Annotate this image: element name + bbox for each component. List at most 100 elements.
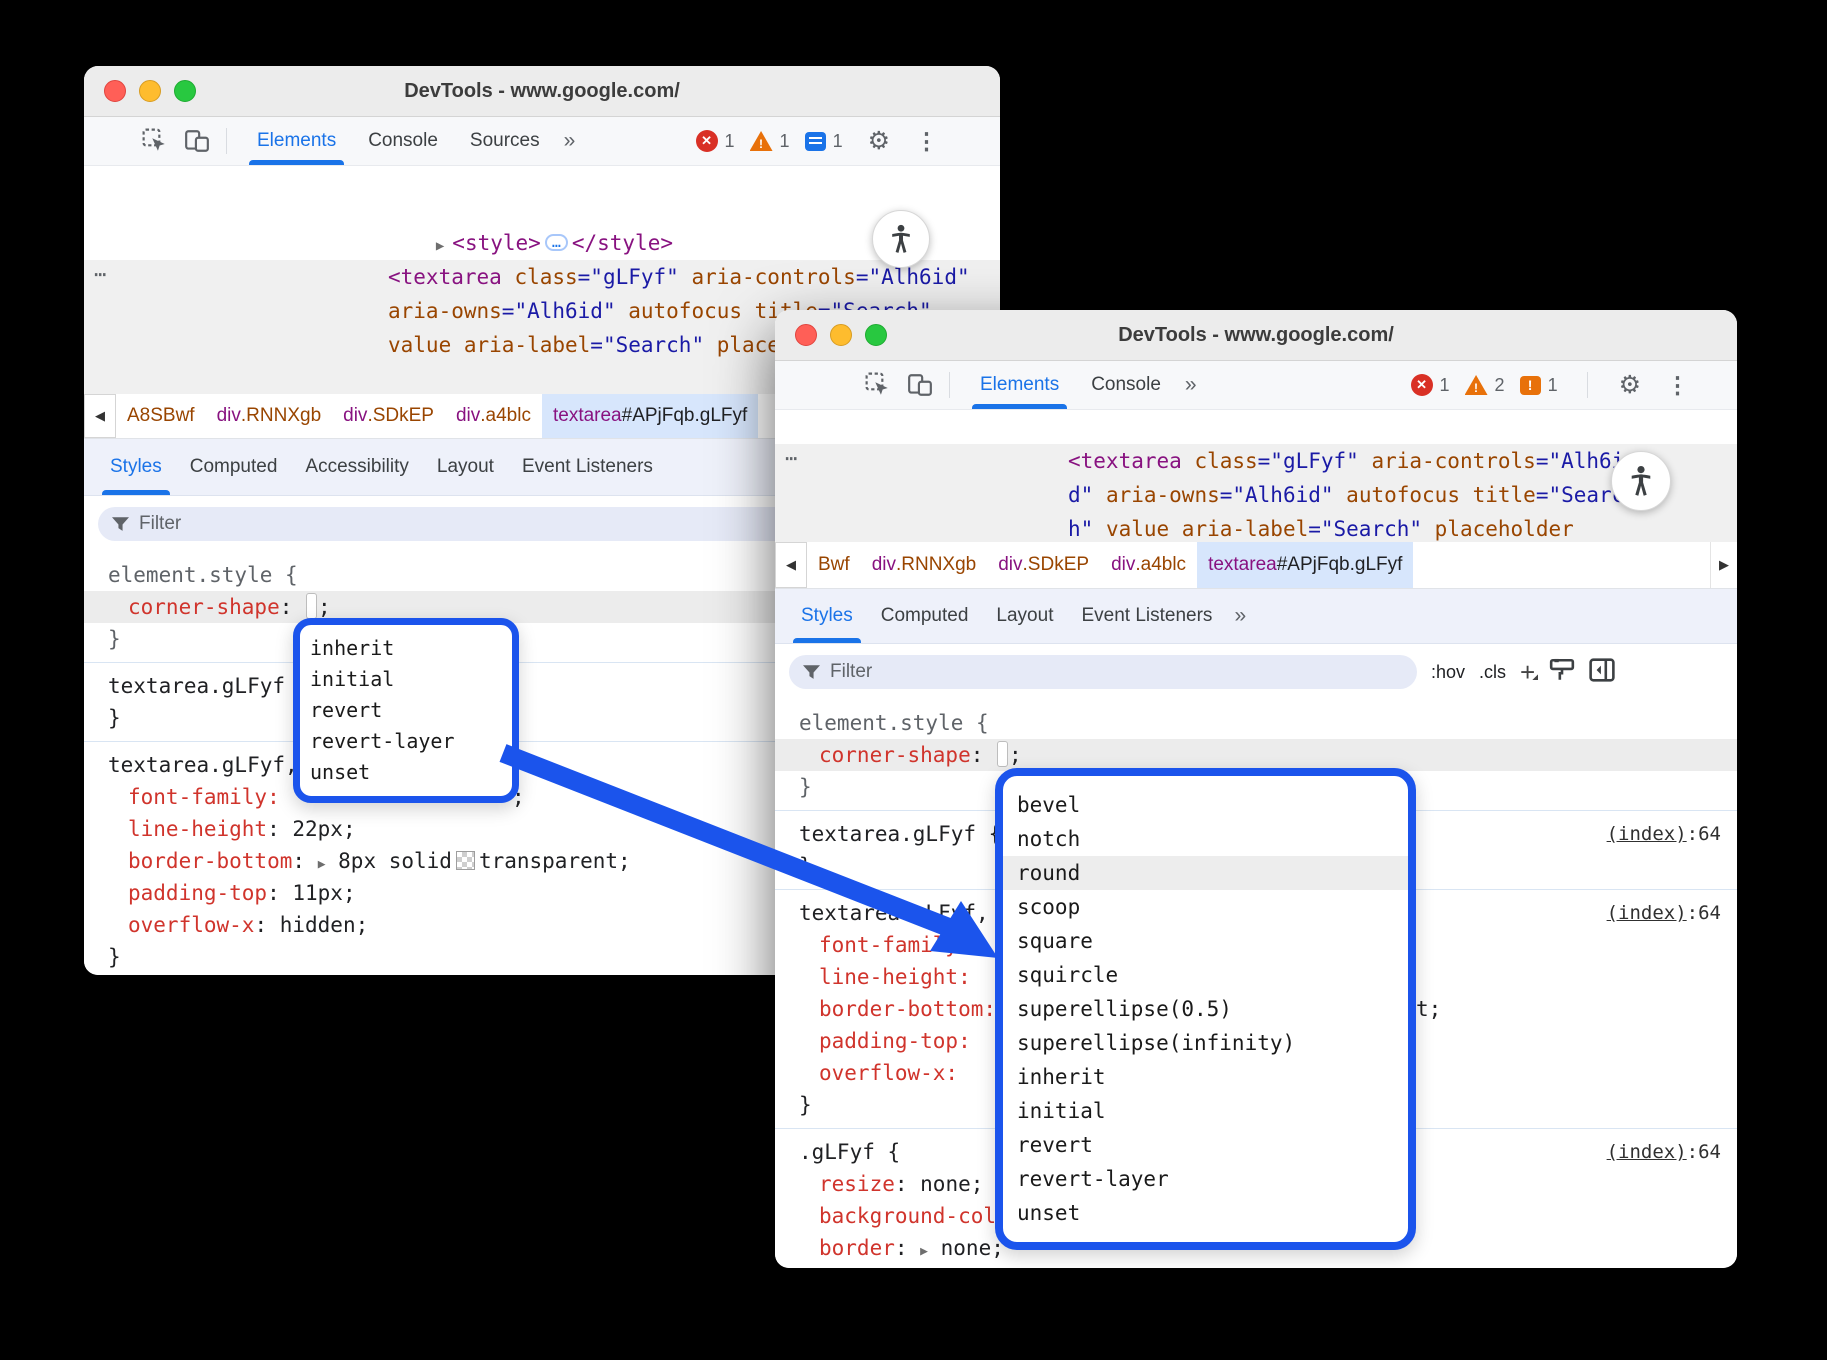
console-message-icon[interactable] — [805, 132, 826, 151]
suggestion-item[interactable]: initial — [300, 664, 512, 695]
transparent-color-swatch[interactable] — [456, 851, 475, 870]
tab-layout[interactable]: Layout — [423, 439, 508, 495]
breadcrumb-item[interactable]: div.RNNXgb — [206, 394, 333, 438]
breadcrumb-item-selected[interactable]: textarea#APjFqb.gLFyf — [542, 394, 758, 438]
tab-computed[interactable]: Computed — [867, 589, 983, 643]
settings-gear-icon[interactable]: ⚙ — [858, 126, 900, 156]
suggestion-item-highlighted[interactable]: round — [1003, 856, 1408, 890]
breadcrumb-item[interactable]: div.SDkEP — [332, 394, 445, 438]
suggestion-item[interactable]: initial — [1003, 1094, 1408, 1128]
breadcrumb-back-icon[interactable]: ◀ — [775, 542, 807, 588]
filter-input[interactable]: Filter — [789, 655, 1417, 689]
breadcrumb-item[interactable]: div.a4blc — [445, 394, 542, 438]
tab-accessibility[interactable]: Accessibility — [291, 439, 422, 495]
settings-gear-icon[interactable]: ⚙ — [1609, 370, 1651, 400]
tab-event-listeners[interactable]: Event Listeners — [508, 439, 667, 495]
breadcrumb-item[interactable]: A8SBwf — [116, 394, 206, 438]
kebab-menu-icon[interactable]: ⋮ — [1658, 372, 1697, 399]
device-toolbar-icon[interactable] — [905, 370, 935, 400]
tab-styles[interactable]: Styles — [787, 589, 867, 643]
tab-layout[interactable]: Layout — [982, 589, 1067, 643]
breadcrumb-item[interactable]: div.a4blc — [1100, 542, 1197, 588]
styles-filter-row: Filter :hov .cls + — [775, 644, 1737, 700]
suggestion-item[interactable]: superellipse(0.5) — [1003, 992, 1408, 1026]
breadcrumb-item-selected[interactable]: textarea#APjFqb.gLFyf — [1197, 542, 1413, 588]
source-link[interactable]: (index):64 — [1607, 897, 1721, 929]
breadcrumb-back-icon[interactable]: ◀ — [84, 394, 116, 438]
expand-arrow-icon[interactable]: ▶ — [318, 857, 326, 872]
suggestion-item[interactable]: inherit — [300, 633, 512, 664]
suggestion-item[interactable]: unset — [300, 757, 512, 788]
tab-console[interactable]: Console — [1075, 361, 1177, 409]
suggestion-item[interactable]: bevel — [1003, 788, 1408, 822]
expand-arrow-icon[interactable]: ▶ — [920, 1244, 928, 1259]
inspect-icon[interactable] — [863, 370, 893, 400]
warning-icon[interactable]: ! — [750, 131, 773, 151]
suggestion-item[interactable]: scoop — [1003, 890, 1408, 924]
error-icon[interactable]: ✕ — [1411, 374, 1433, 396]
suggestion-item[interactable]: revert — [300, 695, 512, 726]
toolbar-divider — [226, 128, 227, 154]
breadcrumb-item[interactable]: Bwf — [807, 542, 861, 588]
more-tabs-icon[interactable]: » — [556, 129, 582, 153]
suggestion-item[interactable]: revert-layer — [300, 726, 512, 757]
more-tabs-icon[interactable]: » — [1226, 604, 1252, 628]
tab-elements[interactable]: Elements — [964, 361, 1075, 409]
tab-computed[interactable]: Computed — [176, 439, 292, 495]
kebab-menu-icon[interactable]: ⋮ — [907, 128, 946, 155]
dom-line-textarea[interactable]: ⋯ <textarea class="gLFyf" aria-controls=… — [775, 444, 1737, 546]
tab-event-listeners[interactable]: Event Listeners — [1067, 589, 1226, 643]
filter-placeholder: Filter — [139, 513, 181, 535]
breadcrumb-item[interactable]: div.SDkEP — [987, 542, 1100, 588]
sidebar-toggle-icon[interactable] — [1589, 658, 1615, 687]
suggestion-item[interactable]: inherit — [1003, 1060, 1408, 1094]
dom-gutter-dots-icon[interactable]: ⋯ — [94, 262, 107, 286]
source-link[interactable]: (index):64 — [1607, 1136, 1721, 1168]
tab-elements[interactable]: Elements — [241, 117, 352, 165]
source-link[interactable]: (index):64 — [1607, 818, 1721, 850]
error-count: 1 — [1440, 375, 1450, 396]
declaration-corner-shape[interactable]: corner-shape: ; — [775, 739, 1737, 771]
devtools-toolbar: Elements Console Sources » ✕ 1 ! 1 1 ⚙ ⋮ — [84, 117, 1000, 166]
accessibility-icon[interactable] — [1611, 451, 1671, 511]
titlebar: DevTools - www.google.com/ — [84, 66, 1000, 117]
titlebar: DevTools - www.google.com/ — [775, 310, 1737, 361]
filter-funnel-icon — [803, 665, 820, 680]
inline-expand-icon[interactable]: … — [545, 234, 568, 251]
issues-icon[interactable]: ! — [1520, 376, 1541, 395]
suggestion-item[interactable]: unset — [1003, 1196, 1408, 1230]
suggestion-item[interactable]: revert-layer — [1003, 1162, 1408, 1196]
breadcrumb-forward-icon[interactable]: ▶ — [1710, 542, 1737, 588]
declaration-margin[interactable]: margin: ▶ 0; — [775, 1264, 1737, 1268]
new-style-rule-icon[interactable]: + — [1520, 662, 1535, 682]
dom-line-selector-tail[interactable]: sMize,input.dSsQLd,blur.jiSw2f >flex — [84, 166, 1000, 192]
tab-styles[interactable]: Styles — [96, 439, 176, 495]
toggle-hover-state-button[interactable]: :hov — [1431, 662, 1465, 683]
warning-count: 2 — [1495, 375, 1505, 396]
accessibility-icon[interactable] — [872, 210, 930, 268]
inspect-icon[interactable] — [140, 126, 170, 156]
filter-funnel-icon — [112, 517, 129, 532]
suggestion-item[interactable]: notch — [1003, 822, 1408, 856]
warning-icon[interactable]: ! — [1465, 375, 1488, 395]
suggestion-item[interactable]: squircle — [1003, 958, 1408, 992]
dom-line-style[interactable]: ▶<style>…</style> — [84, 192, 1000, 226]
more-tabs-icon[interactable]: » — [1177, 373, 1203, 397]
tab-console[interactable]: Console — [352, 117, 454, 165]
sidebar-tabs: Styles Computed Layout Event Listeners » — [775, 589, 1737, 644]
filter-input[interactable]: Filter — [98, 507, 886, 541]
suggestion-item[interactable]: square — [1003, 924, 1408, 958]
suggestion-item[interactable]: superellipse(infinity) — [1003, 1026, 1408, 1060]
toggle-class-button[interactable]: .cls — [1479, 662, 1506, 683]
device-toolbar-icon[interactable] — [182, 126, 212, 156]
breadcrumb-item[interactable]: div.RNNXgb — [861, 542, 988, 588]
dom-line-div[interactable]: <div jsname="vdLsw" class="YacQv"></div> — [775, 410, 1737, 444]
rendering-emulation-icon[interactable] — [1549, 658, 1575, 687]
suggestion-item[interactable]: revert — [1003, 1128, 1408, 1162]
tab-sources[interactable]: Sources — [454, 117, 556, 165]
expand-arrow-icon[interactable]: ▶ — [436, 238, 444, 254]
error-icon[interactable]: ✕ — [696, 130, 718, 152]
text-caret — [306, 593, 317, 619]
dom-gutter-dots-icon[interactable]: ⋯ — [785, 446, 798, 470]
window-title: DevTools - www.google.com/ — [84, 80, 1000, 103]
